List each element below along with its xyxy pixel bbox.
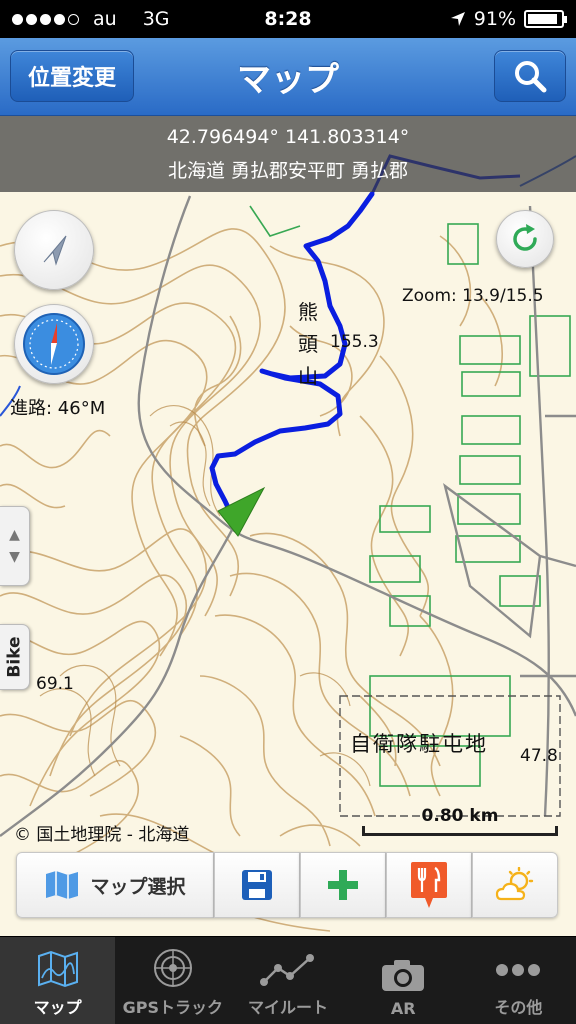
map-icon [46,871,79,899]
facility-label: 自衛隊駐屯地 [350,732,488,756]
heading-readout: 進路: 46°M [10,398,106,419]
search-button[interactable] [494,50,566,102]
map-icon [37,950,78,988]
layer-switch-tab[interactable]: ▲ ▼ [0,506,30,586]
page-title: マップ [237,60,339,100]
zoom-readout: Zoom: 13.9/15.5 [402,286,544,306]
chevron-up-icon: ▲ [9,527,20,543]
elevation-label: 155.3 [330,332,379,352]
tab-bar: マップ GPSトラック マイルート AR その他 [0,936,576,1024]
bike-tab-label: Bike [4,636,25,678]
map-select-label: マップ選択 [90,875,186,898]
bike-mode-tab[interactable]: Bike [0,624,30,690]
address: 北海道 勇払郡安平町 勇払郡 [167,160,409,182]
location-arrow-icon [43,235,67,266]
tab-my-route[interactable]: マイルート [230,937,345,1024]
weather-icon [495,867,534,901]
map-copyright: © 国土地理院 - 北海道 [14,825,190,845]
mountain-label-3: 山 [298,364,318,388]
tab-gps-track[interactable]: GPSトラック [115,937,230,1024]
save-button[interactable] [214,852,300,918]
search-icon [515,61,547,93]
location-arrow-icon [450,12,465,26]
tab-label: マップ [33,998,82,1017]
location-info-bar: 42.796494° 141.803314° 北海道 勇払郡安平町 勇払郡 [0,116,576,192]
map-view[interactable]: 42.796494° 141.803314° 北海道 勇払郡安平町 勇払郡 熊 … [0,116,576,936]
battery-icon [524,10,567,28]
elevation-label: 47.8 [520,746,558,766]
mountain-label-2: 頭 [298,332,318,356]
locate-button[interactable] [14,210,94,290]
compass-button[interactable] [14,304,94,384]
tab-map[interactable]: マップ [0,937,116,1024]
radar-icon [153,949,192,987]
tab-ar[interactable]: AR [346,937,461,1024]
refresh-button[interactable] [496,210,554,268]
route-icon [260,954,314,986]
chevron-down-icon: ▼ [9,549,20,565]
elevation-label: 69.1 [36,674,74,694]
tab-label: その他 [494,998,543,1017]
save-icon [242,870,272,900]
tab-label: マイルート [248,998,329,1017]
restaurant-button[interactable] [386,852,472,918]
more-icon [496,964,541,976]
camera-icon [382,960,425,991]
add-button[interactable] [300,852,386,918]
refresh-icon [513,224,537,251]
scale-bar: 0.80 km [362,806,558,842]
tab-label: AR [390,999,416,1018]
add-icon [328,870,358,900]
restaurant-icon [411,862,447,908]
compass-icon [23,313,85,375]
battery-percent: 91% [473,8,516,30]
scale-label: 0.80 km [421,806,499,826]
tab-label: GPSトラック [122,998,223,1017]
navigation-bar: 位置変更 マップ [0,38,576,116]
tab-more[interactable]: その他 [461,937,576,1024]
map-toolbar: マップ選択 [16,852,560,918]
status-bar: au 3G 8:28 91% [0,0,576,38]
mountain-label-1: 熊 [298,300,318,324]
map-select-button[interactable]: マップ選択 [16,852,214,918]
coordinates: 42.796494° 141.803314° [166,126,410,148]
weather-button[interactable] [472,852,558,918]
